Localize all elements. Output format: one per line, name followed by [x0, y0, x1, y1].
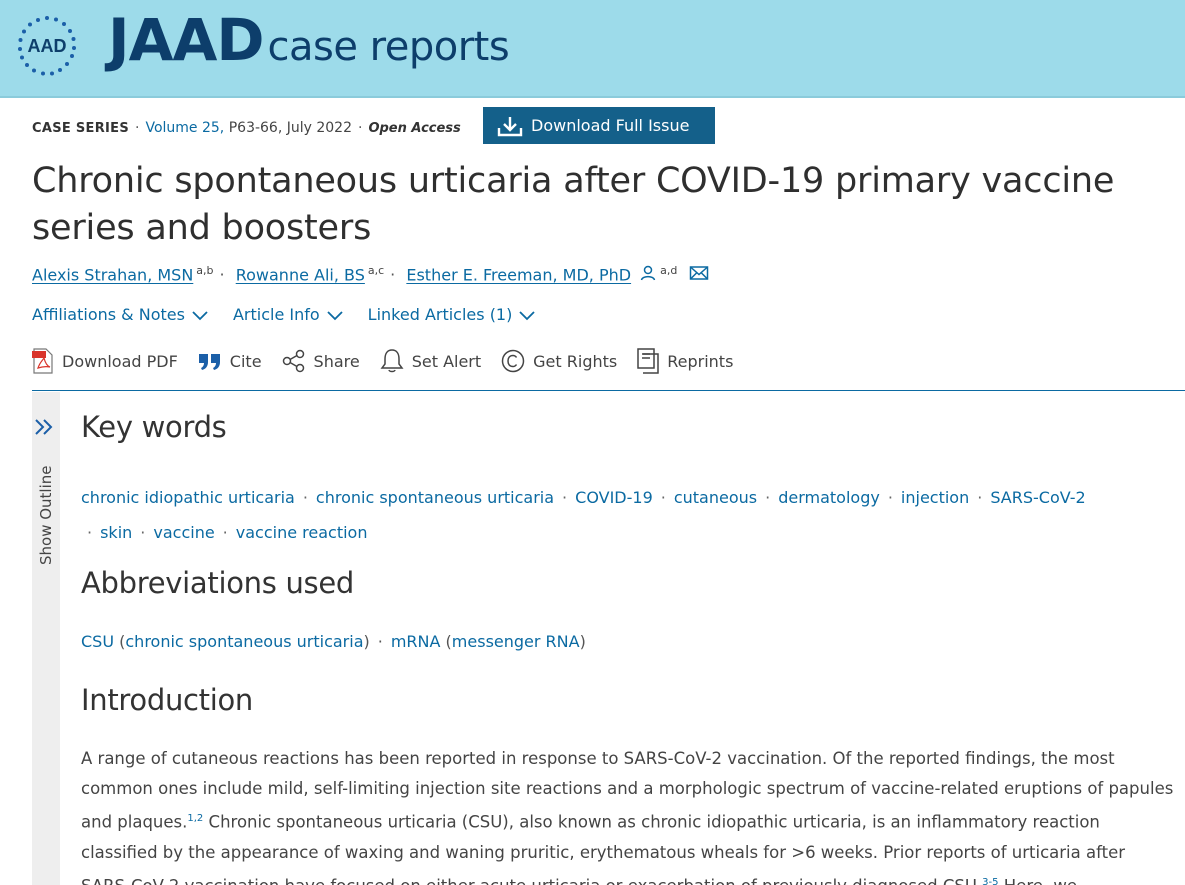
bell-icon: [380, 349, 404, 373]
download-icon: [497, 116, 523, 136]
journal-name-bold: JAAD: [108, 6, 264, 74]
set-alert-label: Set Alert: [411, 351, 482, 371]
keyword-link[interactable]: chronic idiopathic urticaria: [81, 488, 295, 507]
keyword-link[interactable]: chronic spontaneous urticaria: [316, 488, 554, 507]
keyword-link[interactable]: vaccine reaction: [236, 523, 368, 542]
download-pdf-button[interactable]: Download PDF: [32, 348, 178, 374]
keyword-separator: ·: [977, 488, 983, 507]
keyword-link[interactable]: vaccine: [153, 523, 214, 542]
keyword-list: chronic idiopathic urticaria · chronic spo…: [81, 480, 1171, 550]
article-info-dropdown[interactable]: Article Info: [233, 305, 344, 324]
abbreviation-list: CSU (chronic spontaneous urticaria) · mRNA…: [81, 632, 586, 651]
intro-text: Here, we: [999, 876, 1077, 885]
keyword-separator: ·: [660, 488, 666, 507]
download-full-issue-button[interactable]: Download Full Issue: [483, 107, 715, 144]
abbreviations-heading: Abbreviations used: [81, 566, 354, 600]
author-separator: ·: [219, 265, 225, 285]
intro-text: Chronic spontaneous urticaria (CSU), als…: [81, 812, 1126, 885]
keyword-separator: ·: [562, 488, 568, 507]
meta-separator: ·: [135, 120, 140, 136]
pages-date: P63-66, July 2022: [228, 120, 352, 136]
introduction-paragraph: A range of cutaneous reactions has been …: [81, 744, 1176, 885]
cite-button[interactable]: Cite: [198, 348, 262, 374]
author-affiliation: a,d: [660, 264, 678, 277]
keyword-separator: ·: [87, 523, 93, 542]
keyword-link[interactable]: injection: [901, 488, 969, 507]
introduction-heading: Introduction: [81, 683, 254, 717]
abbreviation-full[interactable]: messenger RNA: [452, 632, 580, 651]
affiliations-dropdown[interactable]: Affiliations & Notes: [32, 305, 209, 324]
download-full-issue-label: Download Full Issue: [531, 116, 690, 135]
journal-title[interactable]: JAAD case reports: [108, 6, 510, 74]
keyword-link[interactable]: skin: [100, 523, 132, 542]
keyword-separator: ·: [140, 523, 146, 542]
author-link[interactable]: Alexis Strahan, MSN: [32, 265, 193, 284]
keyword-link[interactable]: SARS-CoV-2: [990, 488, 1085, 507]
keyword-link[interactable]: dermatology: [778, 488, 880, 507]
reference-link[interactable]: 3-5: [982, 877, 998, 885]
keyword-separator: ·: [887, 488, 893, 507]
article-toolbar: Download PDF Cite Share Set Alert Get Ri…: [32, 348, 733, 374]
volume-link[interactable]: Volume 25,: [145, 120, 224, 136]
person-icon[interactable]: [639, 264, 657, 282]
reprints-label: Reprints: [667, 351, 734, 371]
get-rights-label: Get Rights: [533, 351, 618, 371]
email-icon[interactable]: [689, 265, 709, 281]
article-body: Key words: [81, 410, 1176, 444]
keyword-separator: ·: [765, 488, 771, 507]
meta-separator: ·: [358, 120, 363, 136]
download-pdf-label: Download PDF: [62, 351, 178, 371]
double-chevron-right-icon[interactable]: [33, 416, 55, 438]
set-alert-button[interactable]: Set Alert: [380, 348, 481, 374]
author-affiliation: a,c: [367, 264, 385, 277]
author-separator: ·: [390, 265, 396, 285]
dropdown-label: Linked Articles (1): [367, 305, 513, 324]
pdf-icon: [32, 348, 53, 374]
reprints-button[interactable]: Reprints: [637, 348, 733, 374]
author-link[interactable]: Esther E. Freeman, MD, PhD: [406, 265, 631, 284]
journal-banner: AAD JAAD case reports: [0, 0, 1185, 98]
reprints-icon: [637, 348, 659, 374]
chevron-down-icon: [327, 310, 343, 320]
article-meta: CASE SERIES · Volume 25, P63-66, July 2022…: [32, 120, 461, 136]
keywords-heading: Key words: [81, 410, 227, 444]
journal-name-rest: case reports: [267, 24, 510, 70]
reference-link[interactable]: 1,2: [187, 813, 203, 824]
article-type: CASE SERIES: [32, 121, 130, 136]
chevron-down-icon: [192, 310, 208, 320]
linked-articles-dropdown[interactable]: Linked Articles (1): [368, 305, 537, 324]
keyword-separator: ·: [222, 523, 228, 542]
open-access-label: Open Access: [368, 121, 461, 136]
copyright-icon: [501, 349, 525, 373]
dropdown-label: Affiliations & Notes: [32, 305, 185, 324]
share-icon: [282, 349, 304, 373]
get-rights-button[interactable]: Get Rights: [501, 348, 617, 374]
header-divider: [32, 390, 1185, 391]
author-list: Alexis Strahan, MSN a,b · Rowanne Ali, BS a…: [32, 264, 709, 284]
dropdown-label: Article Info: [232, 305, 320, 324]
cite-label: Cite: [229, 351, 262, 371]
abbreviation-term[interactable]: CSU: [81, 632, 114, 651]
share-button[interactable]: Share: [282, 348, 360, 374]
quote-icon: [198, 354, 220, 370]
article-title: Chronic spontaneous urticaria after COVI…: [32, 161, 1115, 248]
author-affiliation: a,b: [196, 264, 214, 277]
keyword-separator: ·: [302, 488, 308, 507]
abbreviation-full[interactable]: chronic spontaneous urticaria: [125, 632, 363, 651]
abbreviation-separator: ·: [377, 632, 383, 651]
chevron-down-icon: [519, 310, 535, 320]
keyword-link[interactable]: COVID-19: [575, 488, 653, 507]
author-link[interactable]: Rowanne Ali, BS: [236, 265, 365, 284]
aad-logo-icon[interactable]: AAD: [14, 15, 80, 77]
share-label: Share: [313, 351, 360, 371]
article-dropdowns: Affiliations & Notes Article Info Linked…: [32, 305, 536, 324]
show-outline-label[interactable]: Show Outline: [37, 465, 55, 565]
aad-logo-text: AAD: [28, 36, 67, 56]
keyword-link[interactable]: cutaneous: [674, 488, 757, 507]
abbreviation-term[interactable]: mRNA: [391, 632, 441, 651]
